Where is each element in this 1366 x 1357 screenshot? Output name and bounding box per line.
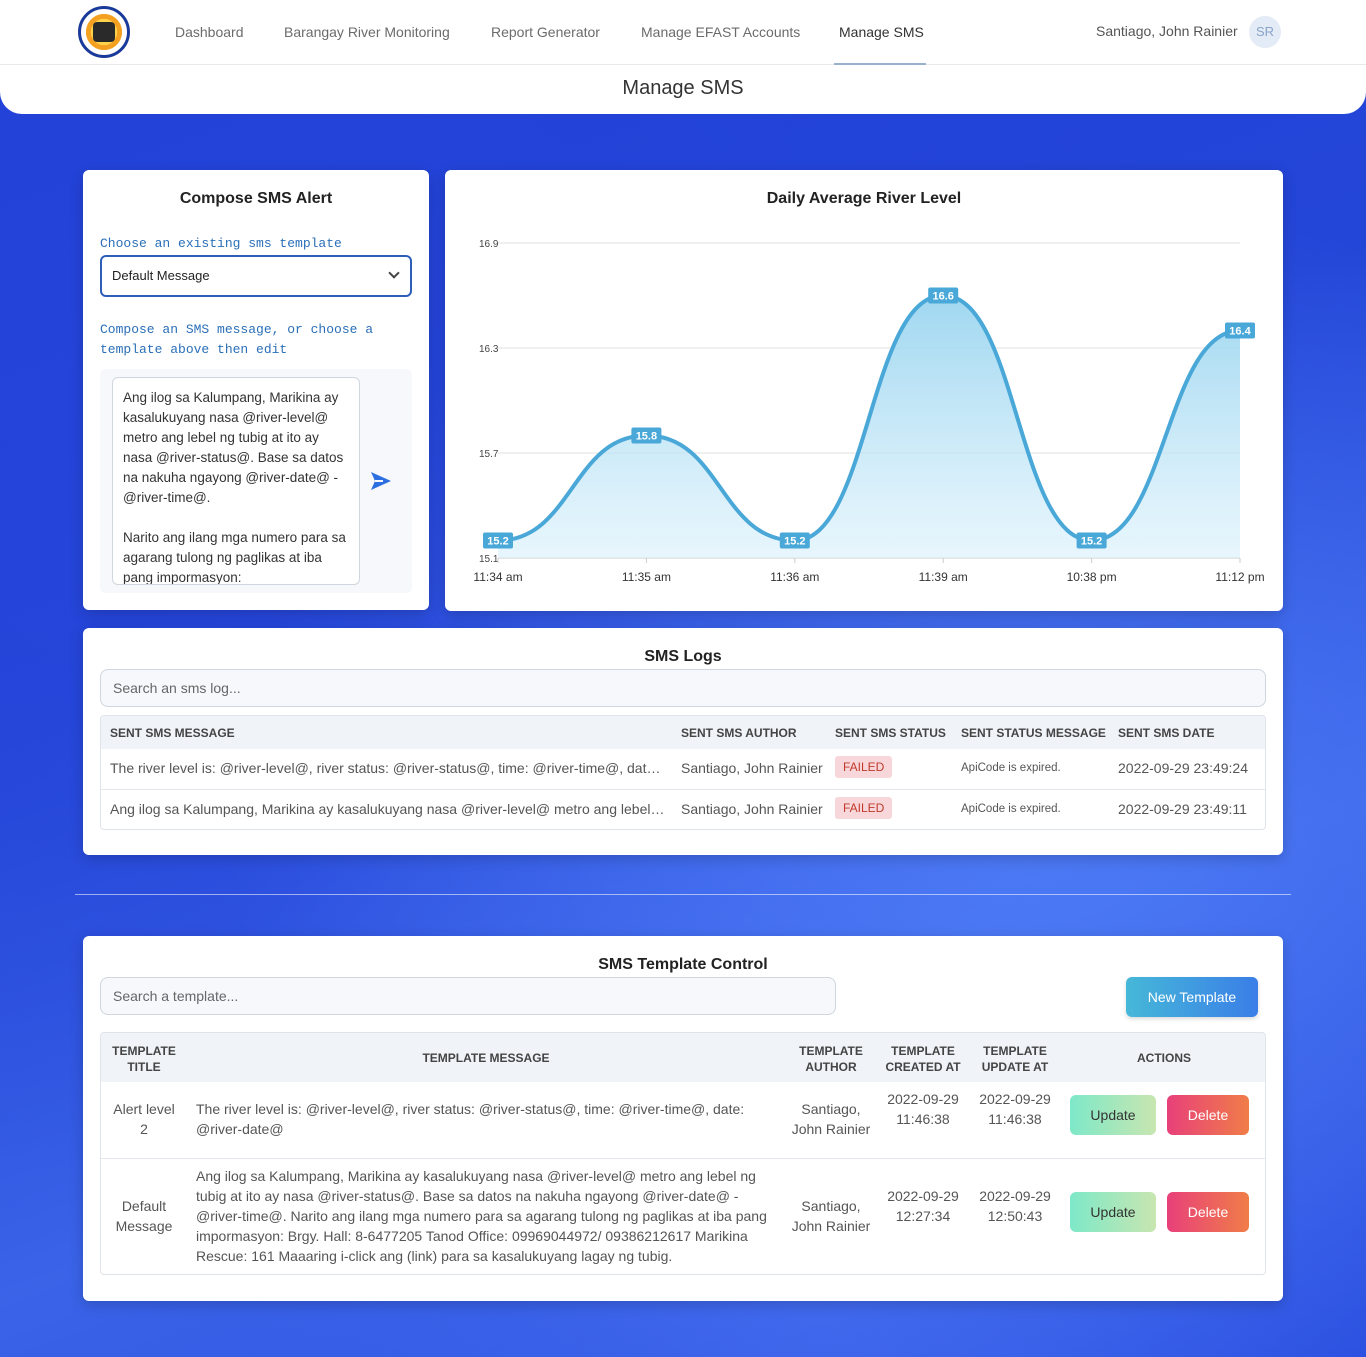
- template-label: Choose an existing sms template: [100, 236, 342, 251]
- x-tick-label: 11:39 am: [919, 570, 968, 584]
- navbar: Dashboard Barangay River Monitoring Repo…: [0, 0, 1366, 65]
- nav-report-generator[interactable]: Report Generator: [491, 24, 600, 40]
- y-tick-label: 16.3: [479, 344, 499, 355]
- col-actions: Actions: [1137, 1051, 1191, 1065]
- new-template-button[interactable]: New Template: [1126, 977, 1258, 1017]
- data-label: 15.8: [636, 431, 657, 443]
- col-sent-sms-message[interactable]: Sent SMS Message: [110, 726, 235, 740]
- logo[interactable]: [78, 6, 130, 58]
- col-template-message[interactable]: Template Message: [196, 1051, 776, 1065]
- template-message: Ang ilog sa Kalumpang, Marikina ay kasal…: [196, 1168, 767, 1264]
- log-message: Ang ilog sa Kalumpang, Marikina ay kasal…: [110, 801, 665, 817]
- col-template-created-at[interactable]: Template Created At: [881, 1043, 965, 1075]
- top-bar: Dashboard Barangay River Monitoring Repo…: [0, 0, 1366, 114]
- log-date: 2022-09-29 23:49:24: [1118, 760, 1248, 776]
- message-textarea[interactable]: Ang ilog sa Kalumpang, Marikina ay kasal…: [112, 377, 360, 585]
- sms-log-search-input[interactable]: Search an sms log...: [100, 669, 1266, 707]
- x-tick-label: 11:36 am: [770, 570, 819, 584]
- template-updated: 2022-09-29 11:46:38: [979, 1091, 1051, 1127]
- data-label: 15.2: [784, 536, 805, 548]
- template-search-placeholder: Search a template...: [113, 988, 239, 1004]
- row-divider: [101, 1158, 1265, 1159]
- log-status-message: ApiCode is expired.: [961, 762, 1061, 774]
- section-divider: [75, 894, 1291, 895]
- log-message: The river level is: @river-level@, river…: [110, 760, 665, 776]
- template-title: Default Message: [115, 1198, 173, 1234]
- data-label: 15.2: [487, 536, 508, 548]
- data-label: 16.6: [932, 291, 953, 303]
- template-select[interactable]: Default Message: [100, 255, 412, 297]
- data-label: 16.4: [1229, 326, 1251, 338]
- status-badge: FAILED: [835, 797, 893, 819]
- avatar[interactable]: SR: [1249, 16, 1281, 48]
- river-level-chart: 16.9 16.3 15.7 15.1 11:34 am 11:35 am 11:36 am…: [473, 239, 1264, 584]
- logo-emblem: [93, 22, 115, 42]
- data-label: 15.2: [1081, 536, 1102, 548]
- template-control-title: SMS Template Control: [598, 956, 768, 973]
- sms-log-search-placeholder: Search an sms log...: [113, 680, 241, 696]
- x-tick-label: 11:12 pm: [1215, 570, 1264, 584]
- col-sent-sms-status[interactable]: Sent SMS Status: [835, 726, 946, 740]
- template-updated: 2022-09-29 12:50:43: [979, 1188, 1051, 1224]
- col-sent-sms-date[interactable]: Sent SMS Date: [1118, 726, 1214, 740]
- template-search-input[interactable]: Search a template...: [100, 977, 836, 1015]
- row-divider: [101, 789, 1265, 790]
- send-icon[interactable]: [370, 471, 392, 491]
- compose-area: Ang ilog sa Kalumpang, Marikina ay kasal…: [100, 369, 412, 593]
- template-table: Template Title Template Message Template…: [100, 1032, 1266, 1275]
- template-author: Santiago, John Rainier: [791, 1101, 871, 1137]
- col-template-update-at[interactable]: Template Update At: [973, 1043, 1057, 1075]
- compose-card: Compose SMS Alert Choose an existing sms…: [83, 170, 429, 610]
- delete-button[interactable]: Delete: [1167, 1095, 1249, 1135]
- update-button[interactable]: Update: [1070, 1095, 1156, 1135]
- col-sent-sms-author[interactable]: Sent SMS Author: [681, 726, 797, 740]
- log-author: Santiago, John Rainier: [681, 801, 823, 817]
- user-name[interactable]: Santiago, John Rainier: [1096, 23, 1238, 39]
- nav-manage-sms[interactable]: Manage SMS: [839, 24, 924, 40]
- nav-manage-efast-accounts[interactable]: Manage EFAST Accounts: [641, 24, 800, 40]
- log-date: 2022-09-29 23:49:11: [1118, 801, 1247, 817]
- y-tick-label: 15.1: [479, 554, 499, 565]
- sms-logs-table: Sent SMS Message Sent SMS Author Sent SM…: [100, 715, 1266, 830]
- log-author: Santiago, John Rainier: [681, 760, 823, 776]
- chevron-down-icon: [388, 267, 400, 279]
- x-tick-label: 11:35 am: [622, 570, 671, 584]
- y-tick-label: 16.9: [479, 239, 499, 250]
- template-control-card: SMS Template Control Search a template..…: [83, 936, 1283, 1301]
- active-tab-indicator: [834, 63, 926, 65]
- nav-dashboard[interactable]: Dashboard: [175, 24, 244, 40]
- sms-logs-title: SMS Logs: [644, 648, 722, 665]
- sms-logs-card: SMS Logs Search an sms log... Sent SMS M…: [83, 628, 1283, 855]
- template-title: Alert level 2: [113, 1101, 175, 1137]
- nav-barangay-river-monitoring[interactable]: Barangay River Monitoring: [284, 24, 450, 40]
- y-tick-label: 15.7: [479, 449, 499, 460]
- update-button[interactable]: Update: [1070, 1192, 1156, 1232]
- template-created: 2022-09-29 11:46:38: [887, 1091, 959, 1127]
- chart-card: Daily Average River Level 16.9 16.3 15.7 15…: [445, 170, 1283, 611]
- template-select-value: Default Message: [112, 268, 210, 283]
- template-created: 2022-09-29 12:27:34: [887, 1188, 959, 1224]
- x-tick-label: 11:34 am: [473, 570, 522, 584]
- message-label: Compose an SMS message, or choose a temp…: [100, 322, 374, 357]
- page-title: Manage SMS: [622, 77, 744, 99]
- log-status-message: ApiCode is expired.: [961, 803, 1061, 815]
- col-template-author[interactable]: Template Author: [791, 1043, 871, 1075]
- status-badge: FAILED: [835, 756, 893, 778]
- compose-title: Compose SMS Alert: [179, 190, 333, 207]
- delete-button[interactable]: Delete: [1167, 1192, 1249, 1232]
- col-sent-status-message[interactable]: Sent Status Message: [961, 726, 1106, 740]
- col-template-title[interactable]: Template Title: [109, 1043, 179, 1075]
- x-tick-label: 10:38 pm: [1067, 570, 1117, 584]
- template-author: Santiago, John Rainier: [791, 1198, 871, 1234]
- template-message: The river level is: @river-level@, river…: [196, 1101, 745, 1137]
